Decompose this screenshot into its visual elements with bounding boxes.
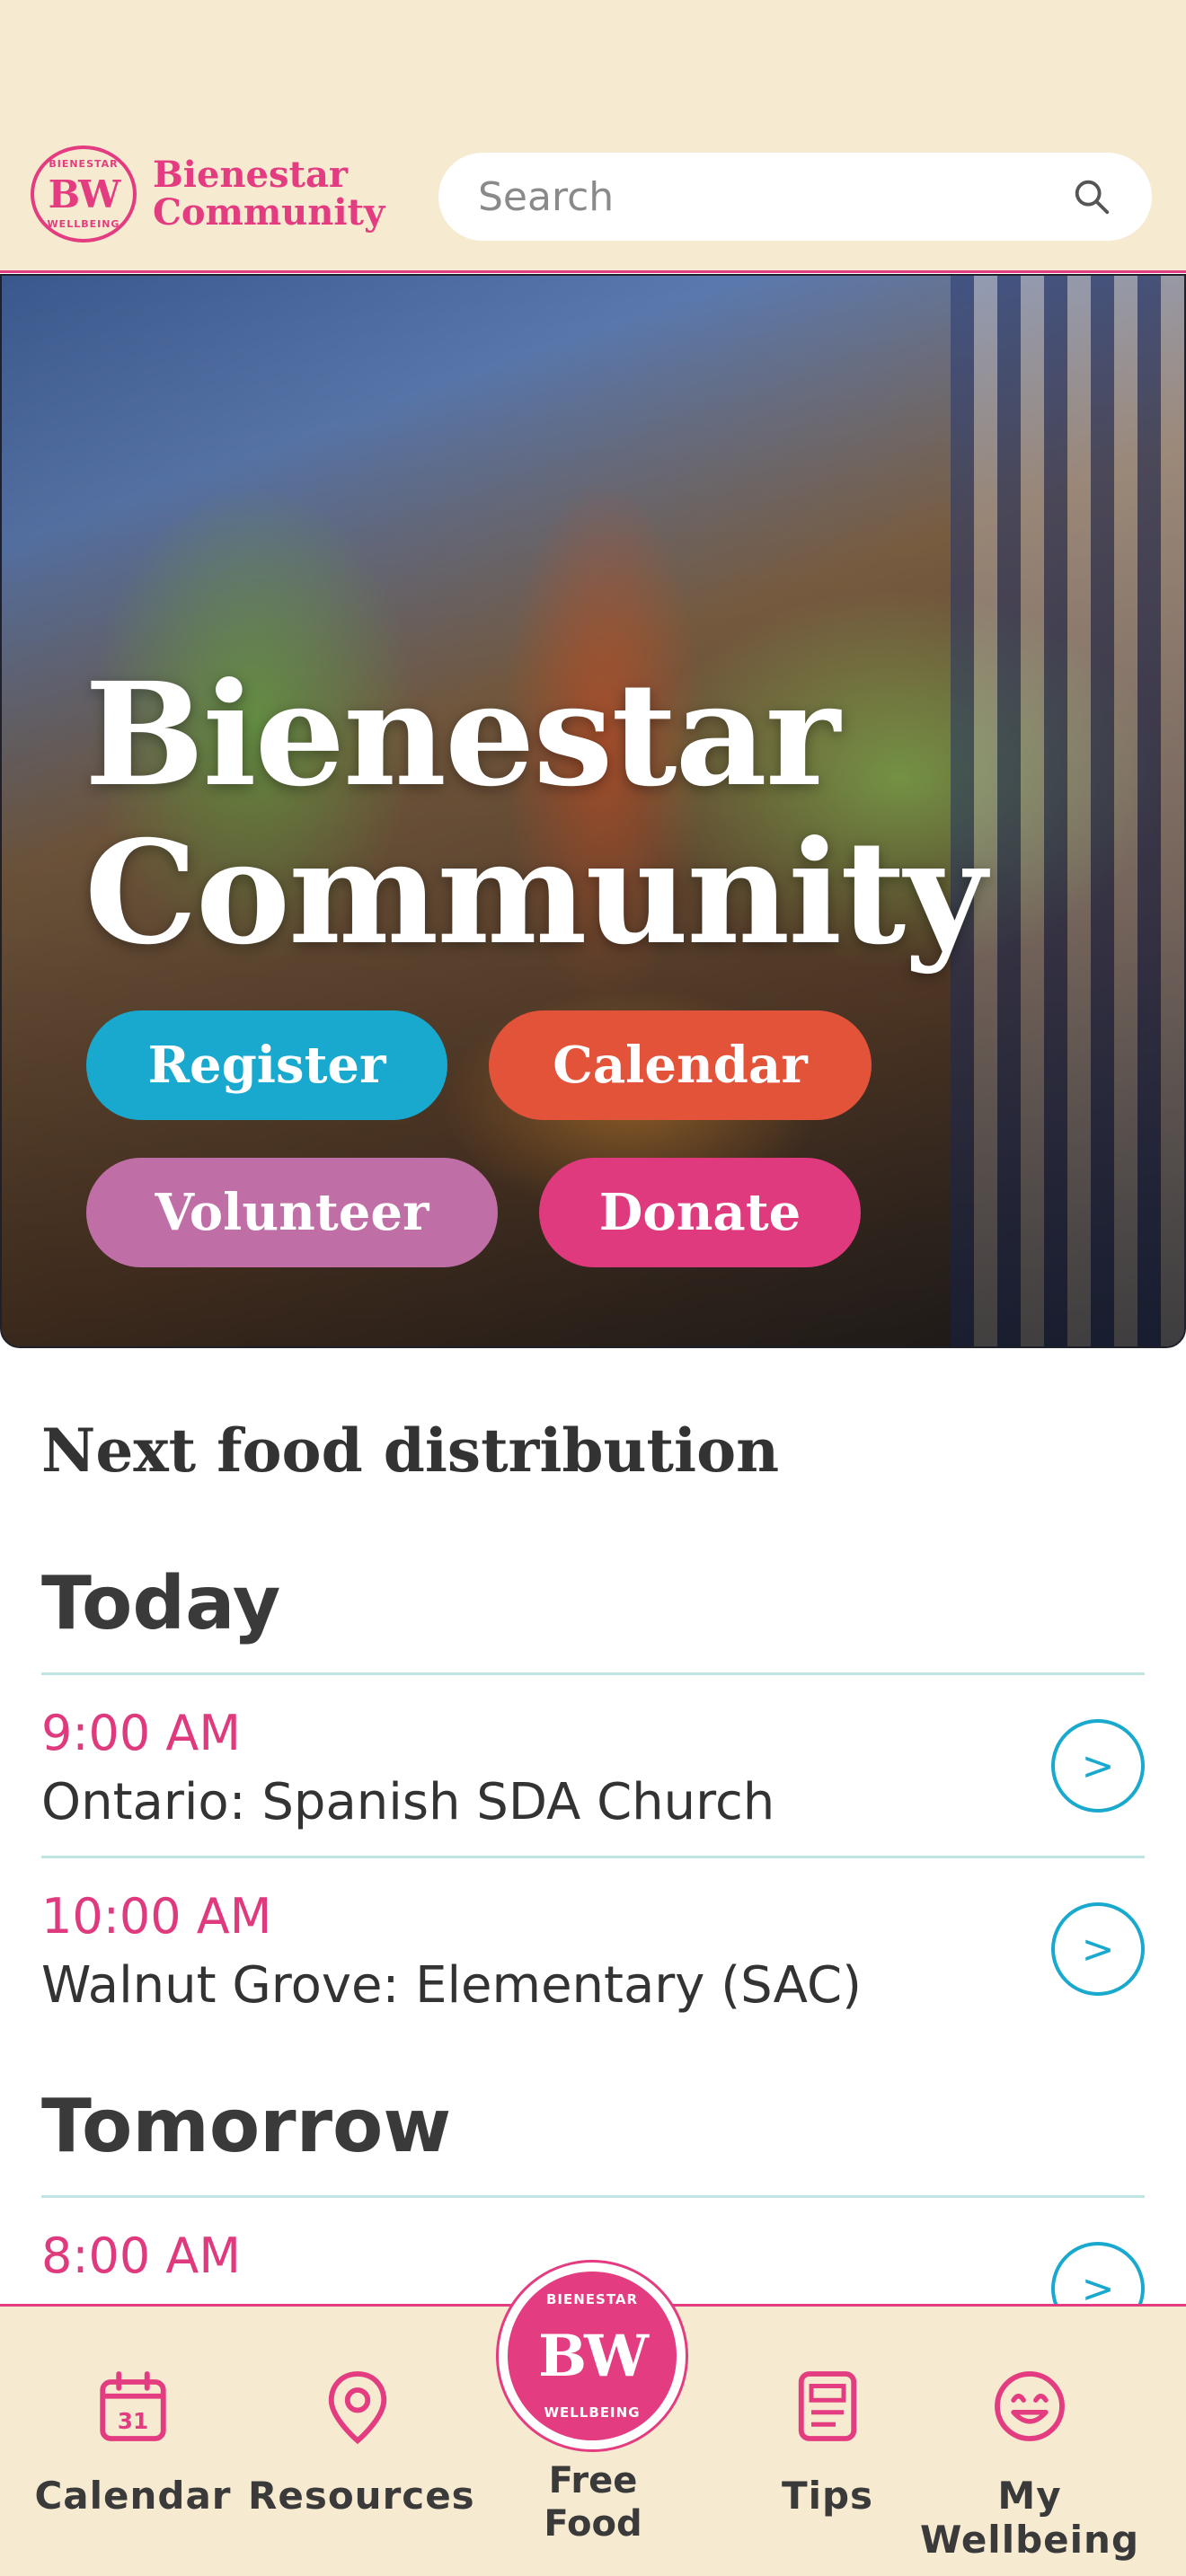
logo-ring-bottom: WELLBEING <box>47 218 120 230</box>
event-row[interactable]: 10:00 AM Walnut Grove: Elementary (SAC) … <box>41 1857 1145 2037</box>
logo-wordmark-line1: Bienestar <box>153 154 348 196</box>
nav-item-calendar[interactable]: 31 Calendar <box>27 2307 239 2576</box>
volunteer-button[interactable]: Volunteer <box>86 1158 498 1267</box>
logo-ring-bottom: WELLBEING <box>544 2404 641 2421</box>
logo-wordmark-line2: Community <box>153 191 385 234</box>
event-location: Walnut Grove: Elementary (SAC) <box>41 1956 862 2015</box>
register-button[interactable]: Register <box>86 1010 447 1120</box>
day-heading-tomorrow: Tomorrow <box>41 2084 452 2169</box>
day-heading-today: Today <box>41 1561 281 1646</box>
smile-icon <box>995 2371 1065 2441</box>
search-icon[interactable] <box>1071 176 1112 217</box>
event-time: 8:00 AM <box>41 2228 241 2284</box>
nav-label-line2: Food <box>544 2503 642 2545</box>
logo-monogram: BW <box>48 172 121 216</box>
event-location: Ontario: Spanish SDA Church <box>41 1773 775 1831</box>
calendar-button[interactable]: Calendar <box>489 1010 872 1120</box>
hero-title-line2: Community <box>84 810 987 976</box>
nav-label-free-food[interactable]: Free Food <box>503 2459 683 2545</box>
event-details-button[interactable]: > <box>1051 1719 1145 1813</box>
donate-button[interactable]: Donate <box>539 1158 861 1267</box>
event-time: 9:00 AM <box>41 1705 241 1761</box>
document-icon <box>798 2371 857 2441</box>
hero-banner: Bienestar Community Register Calendar Vo… <box>0 274 1186 1348</box>
nav-label-line1: Free <box>548 2460 638 2501</box>
logo-monogram: BW <box>538 2322 649 2390</box>
hero-title-line1: Bienestar <box>84 652 840 818</box>
bw-logo-icon: BIENESTAR BW WELLBEING <box>508 2272 677 2440</box>
nav-item-free-food[interactable]: BIENESTAR BW WELLBEING <box>496 2260 688 2452</box>
search-input[interactable] <box>478 173 1071 220</box>
logo-ring-top: BIENESTAR <box>545 2291 639 2307</box>
app-header: BIENESTAR BW WELLBEING Bienestar Communi… <box>0 0 1186 273</box>
logo-wordmark: Bienestar Community <box>153 156 385 232</box>
nav-item-my-wellbeing[interactable]: My Wellbeing <box>895 2307 1164 2576</box>
nav-label: My Wellbeing <box>919 2474 1140 2562</box>
logo-ring-top: BIENESTAR <box>49 158 119 170</box>
nav-item-tips[interactable]: Tips <box>760 2307 895 2576</box>
event-row[interactable]: 9:00 AM Ontario: Spanish SDA Church > <box>41 1674 1145 1854</box>
event-time: 10:00 AM <box>41 1888 272 1945</box>
hero-title: Bienestar Community <box>84 657 1145 973</box>
brand-logo[interactable]: BIENESTAR BW WELLBEING Bienestar Communi… <box>31 146 385 243</box>
nav-label: Calendar <box>34 2474 232 2518</box>
nav-label: Tips <box>781 2474 874 2518</box>
search-bar[interactable] <box>438 153 1152 241</box>
logo-badge: BIENESTAR BW WELLBEING <box>31 146 137 243</box>
calendar-icon: 31 <box>100 2371 166 2441</box>
event-details-button[interactable]: > <box>1051 1902 1145 1996</box>
nav-item-resources[interactable]: Resources <box>248 2307 475 2576</box>
nav-label: Resources <box>248 2474 475 2518</box>
calendar-icon-day: 31 <box>118 2408 148 2434</box>
location-pin-icon <box>328 2371 387 2445</box>
section-title: Next food distribution <box>41 1416 780 1486</box>
app-screen: BIENESTAR BW WELLBEING Bienestar Communi… <box>0 0 1186 2576</box>
